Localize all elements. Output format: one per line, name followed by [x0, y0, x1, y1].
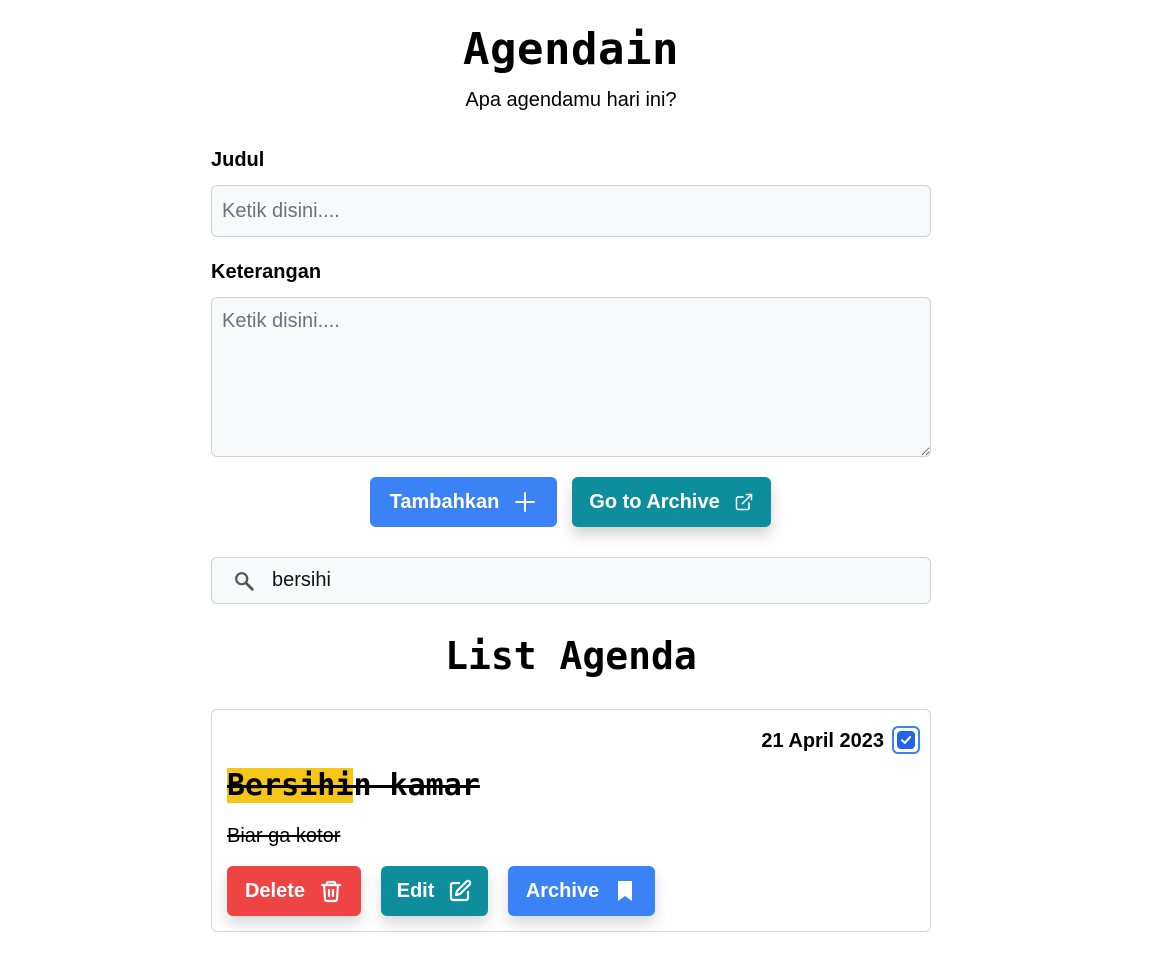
- edit-button-label: Edit: [396, 879, 435, 902]
- archive-button[interactable]: Archive: [508, 866, 655, 916]
- checkmark-icon: [897, 731, 915, 749]
- search-icon: [235, 572, 254, 591]
- external-link-icon: [735, 493, 752, 511]
- search-bar: [211, 557, 931, 604]
- plus-icon: [515, 492, 536, 512]
- edit-button[interactable]: Edit: [381, 866, 488, 916]
- add-agenda-button[interactable]: Tambahkan: [370, 477, 557, 527]
- title-field-label: Judul: [211, 149, 265, 171]
- bookmark-icon: [618, 881, 633, 901]
- go-to-archive-label: Go to Archive: [589, 490, 720, 513]
- description-field-label: Keterangan: [211, 261, 322, 283]
- delete-button[interactable]: Delete: [227, 866, 361, 916]
- agenda-title: Bersihin kamar: [227, 766, 480, 806]
- delete-button-label: Delete: [244, 879, 306, 902]
- go-to-archive-button[interactable]: Go to Archive: [572, 477, 771, 527]
- trash-icon: [320, 880, 342, 903]
- archive-button-label: Archive: [525, 879, 600, 902]
- agenda-card: 21 April 2023 Bersihin kamar Biar ga kot…: [211, 709, 931, 932]
- agenda-description: Biar ga kotor: [227, 825, 341, 847]
- search-input[interactable]: [272, 558, 912, 603]
- app-subtitle: Apa agendamu hari ini?: [465, 89, 677, 111]
- list-title: List Agenda: [445, 634, 697, 678]
- search-highlight: Bersihi: [227, 768, 354, 803]
- title-input[interactable]: [211, 185, 931, 237]
- agenda-date: 21 April 2023: [761, 730, 884, 752]
- description-textarea[interactable]: [211, 297, 931, 457]
- complete-checkbox[interactable]: [892, 726, 920, 754]
- add-button-label: Tambahkan: [389, 490, 500, 513]
- agenda-title-rest: n kamar: [353, 768, 480, 803]
- edit-icon: [450, 879, 472, 902]
- app-title: Agendain: [463, 24, 679, 75]
